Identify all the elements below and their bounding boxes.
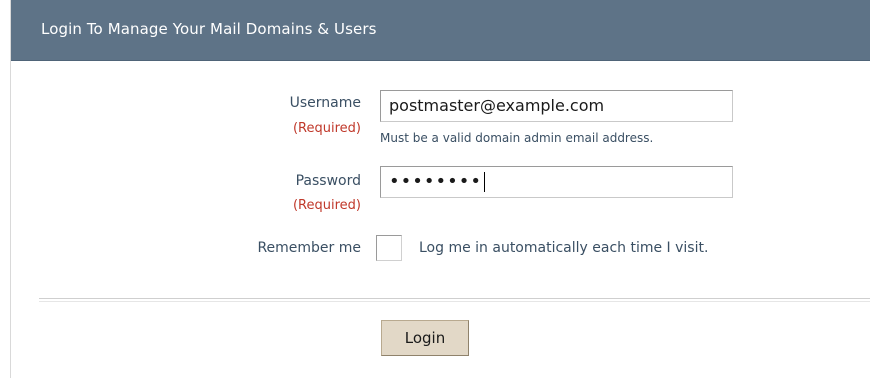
username-input[interactable]: postmaster@example.com — [380, 90, 733, 122]
username-required-note: (Required) — [292, 121, 361, 136]
password-label: Password — [295, 173, 361, 189]
password-required-note: (Required) — [292, 198, 361, 213]
remember-me-checkbox[interactable] — [376, 235, 402, 261]
remember-me-label: Remember me — [257, 240, 361, 256]
username-label: Username — [289, 95, 361, 111]
text-caret — [483, 172, 485, 192]
login-button[interactable]: Login — [381, 320, 469, 356]
login-panel: Login To Manage Your Mail Domains & User… — [10, 0, 870, 378]
password-masked-value: •••••••• — [389, 171, 482, 192]
password-input[interactable]: •••••••• — [380, 166, 733, 198]
username-hint: Must be a valid domain admin email addre… — [380, 131, 654, 145]
page-title: Login To Manage Your Mail Domains & User… — [41, 20, 377, 38]
remember-me-description: Log me in automatically each time I visi… — [419, 240, 709, 256]
divider — [39, 298, 870, 302]
panel-header: Login To Manage Your Mail Domains & User… — [11, 0, 870, 61]
username-value: postmaster@example.com — [389, 96, 605, 115]
